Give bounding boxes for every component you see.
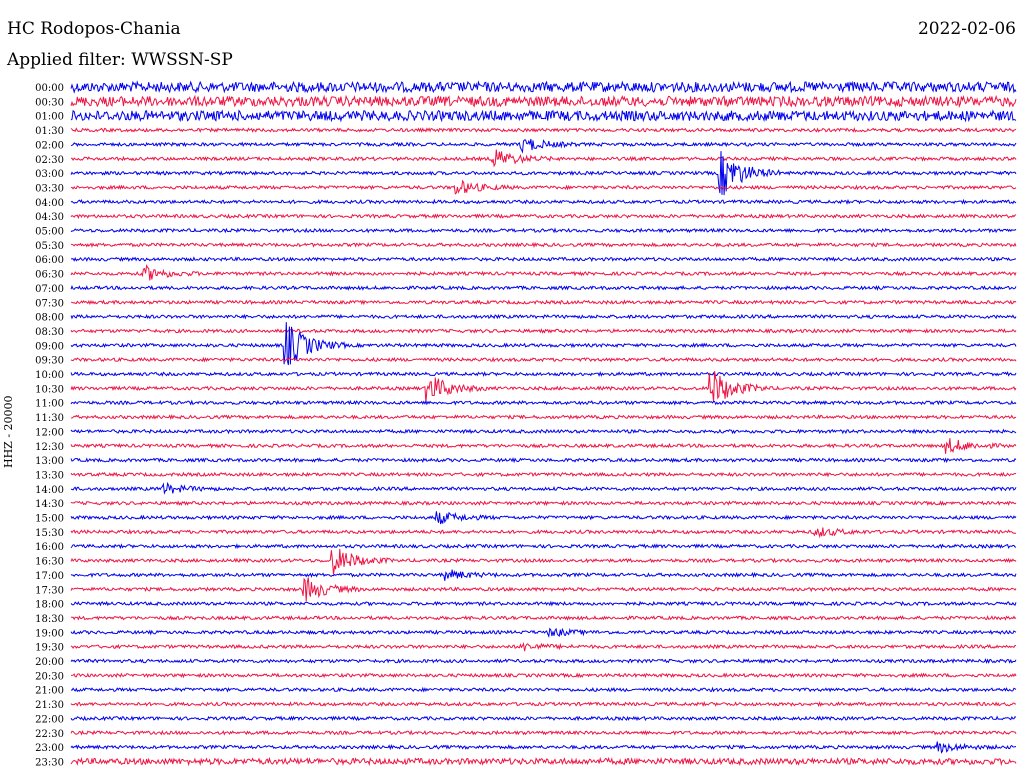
- row-time-label: 14:30: [35, 499, 64, 510]
- trace-line: [70, 94, 1017, 109]
- row-time-label: 23:00: [35, 743, 64, 754]
- row-time-label: 08:30: [35, 327, 64, 338]
- row-time-label: 12:00: [35, 427, 64, 438]
- trace-line: [70, 641, 1016, 652]
- trace-line: [70, 328, 1017, 334]
- trace-line: [70, 511, 1017, 525]
- trace-line: [70, 313, 1017, 320]
- row-time-label: 03:30: [35, 183, 64, 194]
- trace-line: [70, 457, 1017, 464]
- row-time-label: 06:30: [35, 270, 64, 281]
- trace-line: [70, 413, 1017, 421]
- trace-line: [70, 700, 1016, 708]
- row-time-label: 21:30: [35, 700, 64, 711]
- trace-line: [70, 299, 1017, 306]
- trace-line: [70, 615, 1017, 621]
- trace-line: [70, 543, 1017, 550]
- trace-line: [70, 729, 1017, 736]
- trace-line: [70, 741, 1017, 754]
- row-time-label: 16:30: [35, 557, 64, 568]
- row-time-label: 22:30: [35, 729, 64, 740]
- trace-line: [70, 481, 1017, 495]
- row-time-label: 01:30: [35, 126, 64, 137]
- row-time-label: 18:30: [35, 614, 64, 625]
- trace-line: [70, 80, 1017, 94]
- row-time-label: 04:00: [35, 198, 64, 209]
- trace-line: [70, 600, 1017, 607]
- row-time-label: 10:00: [35, 370, 64, 381]
- trace-line: [70, 149, 1017, 168]
- row-time-label: 19:30: [35, 643, 64, 654]
- row-time-label: 13:00: [35, 456, 64, 467]
- trace-line: [70, 241, 1017, 248]
- row-time-label: 15:30: [35, 528, 64, 539]
- row-time-label: 06:00: [35, 255, 64, 266]
- row-time-label: 17:00: [35, 571, 64, 582]
- trace-line: [70, 371, 1017, 403]
- trace-line: [70, 399, 1017, 406]
- trace-line: [70, 256, 1017, 263]
- row-time-label: 05:00: [35, 227, 64, 238]
- trace-line: [70, 471, 1017, 478]
- row-time-label: 12:30: [35, 442, 64, 453]
- row-time-label: 04:30: [35, 212, 64, 223]
- row-time-label: 20:00: [35, 657, 64, 668]
- row-time-label: 21:00: [35, 686, 64, 697]
- trace-line: [70, 756, 1017, 767]
- trace-line: [70, 213, 1017, 220]
- trace-line: [70, 577, 1017, 602]
- trace-line: [70, 356, 1017, 363]
- row-time-label: 00:00: [35, 83, 64, 94]
- row-time-label: 05:30: [35, 241, 64, 252]
- row-time-label: 11:30: [35, 413, 64, 424]
- helicorder-plot: 00:00 00:30 01:00 01:30 02:00 02:30 03:00 03:30…: [35, 80, 1017, 768]
- trace-line: [70, 428, 1017, 435]
- row-time-label: 08:00: [35, 313, 64, 324]
- row-time-label: 20:30: [35, 671, 64, 682]
- row-time-label: 18:00: [35, 600, 64, 611]
- trace-line: [70, 569, 1017, 581]
- trace-line: [71, 672, 1017, 679]
- row-time-label: 22:00: [35, 714, 64, 725]
- trace-line: [70, 658, 1017, 664]
- row-time-label: 07:30: [35, 298, 64, 309]
- trace-line: [70, 198, 1017, 205]
- trace-line: [70, 627, 1017, 638]
- trace-line: [70, 264, 1017, 281]
- row-time-label: 09:30: [35, 356, 64, 367]
- row-time-label: 02:30: [35, 155, 64, 166]
- trace-line: [70, 371, 1017, 378]
- trace-line: [70, 227, 1017, 234]
- trace-line: [70, 127, 1017, 133]
- row-time-label: 07:00: [35, 284, 64, 295]
- row-time-label: 23:30: [35, 757, 64, 768]
- row-time-label: 13:30: [35, 470, 64, 481]
- row-time-label: 00:30: [35, 97, 64, 108]
- row-time-label: 03:00: [35, 169, 64, 180]
- row-time-label: 19:00: [35, 628, 64, 639]
- trace-line: [70, 686, 1017, 693]
- row-time-label: 15:00: [35, 514, 64, 525]
- trace-line: [70, 500, 1017, 507]
- row-time-label: 11:00: [35, 399, 64, 410]
- row-time-label: 10:30: [35, 384, 64, 395]
- trace-line: [70, 438, 1017, 454]
- trace-line: [70, 527, 1017, 539]
- row-time-label: 16:00: [35, 542, 64, 553]
- row-time-label: 14:00: [35, 485, 64, 496]
- row-time-label: 17:30: [35, 585, 64, 596]
- row-time-label: 02:00: [35, 140, 64, 151]
- trace-line: [70, 715, 1017, 722]
- trace-line: [70, 179, 1017, 195]
- trace-line: [70, 109, 1017, 123]
- trace-line: [70, 284, 1017, 292]
- row-time-label: 09:00: [35, 341, 64, 352]
- trace-line: [70, 138, 1017, 154]
- row-time-label: 01:00: [35, 112, 64, 123]
- trace-line: [70, 548, 1017, 575]
